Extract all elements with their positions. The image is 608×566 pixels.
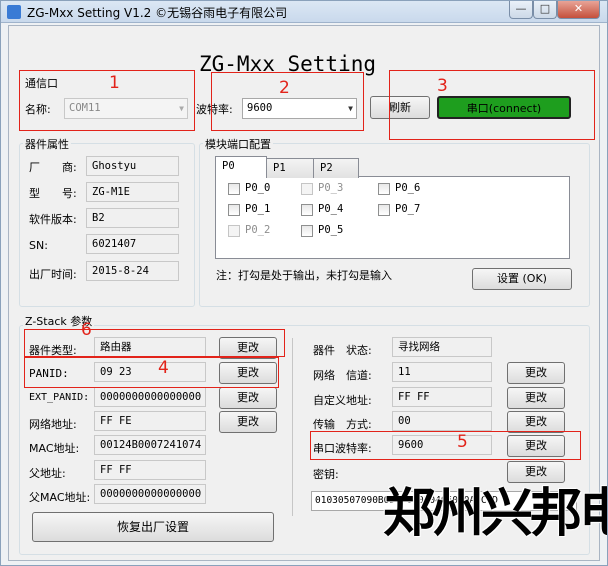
device-state-field: 寻找网络 [392,337,492,357]
annotation-box-3 [389,70,595,140]
app-window: ZG-Mxx Setting V1.2 ©无锡谷雨电子有限公司 — □ ✕ ZG… [0,0,608,566]
sn-field: 6021407 [86,234,179,254]
window-title: ZG-Mxx Setting V1.2 ©无锡谷雨电子有限公司 [27,6,288,20]
mfg-date-field: 2015-8-24 [86,261,179,281]
p0-2-checkbox [228,225,240,237]
annotation-box-1 [19,70,195,131]
key-label: 密钥: [313,468,339,481]
p0-4-checkbox[interactable] [301,204,313,216]
p0-5-checkbox[interactable] [301,225,313,237]
tab-p2[interactable]: P2 [313,158,359,178]
p0-2-label: P0_2 [245,224,271,236]
p0-3-label: P0_3 [318,182,344,194]
parent-mac-label: 父MAC地址: [29,491,91,504]
annotation-number-6: 6 [81,320,92,340]
p0-5-label: P0_5 [318,224,344,236]
annotation-number-1: 1 [109,73,120,93]
title-bar: ZG-Mxx Setting V1.2 ©无锡谷雨电子有限公司 — □ ✕ [1,1,607,23]
annotation-box-5 [310,431,581,460]
set-ok-button[interactable]: 设置 (OK) [472,268,572,290]
maximize-button[interactable]: □ [533,1,557,19]
net-address-field: FF FE [94,411,206,431]
channel-field: 11 [392,362,492,382]
vendor-field: Ghostyu [86,156,179,176]
parent-address-label: 父地址: [29,467,66,480]
parent-address-field: FF FF [94,460,206,480]
parent-mac-field: 0000000000000000 [94,484,206,504]
net-address-label: 网络地址: [29,418,77,431]
annotation-box-6 [24,329,285,357]
p0-4-label: P0_4 [318,203,344,215]
annotation-box-4 [24,357,279,388]
vendor-label: 厂 商: [29,161,77,174]
mac-address-label: MAC地址: [29,442,80,455]
custom-address-field: FF FF [392,387,492,407]
port-config-note: 注：打勾是处于输出，未打勾是输入 [216,269,392,282]
custom-address-label: 自定义地址: [313,394,372,407]
model-field: ZG-M1E [86,182,179,202]
p0-0-checkbox[interactable] [228,183,240,195]
channel-label: 网络 信道: [313,369,372,382]
channel-change-button[interactable]: 更改 [507,362,565,384]
zstack-divider [292,338,293,516]
sn-label: SN: [29,239,48,252]
tab-p0[interactable]: P0 [215,156,267,178]
main-panel: ZG-Mxx Setting 通信口 名称: COM11 ▼ 波特率: 9600… [8,25,607,561]
close-button[interactable]: ✕ [557,1,600,19]
annotation-number-3: 3 [437,76,448,96]
custom-address-change-button[interactable]: 更改 [507,387,565,409]
sw-version-field: B2 [86,208,179,228]
annotation-number-5: 5 [457,432,468,452]
transfer-mode-label: 传输 方式: [313,418,372,431]
annotation-number-2: 2 [279,78,290,98]
ext-panid-label: EXT_PANID: [29,392,90,403]
p0-6-label: P0_6 [395,182,421,194]
p0-7-label: P0_7 [395,203,421,215]
tab-p1[interactable]: P1 [266,158,314,178]
mfg-date-label: 出厂时间: [29,268,77,281]
sw-version-label: 软件版本: [29,213,77,226]
annotation-number-4: 4 [158,358,169,378]
p0-7-checkbox[interactable] [378,204,390,216]
p0-6-checkbox[interactable] [378,183,390,195]
transfer-mode-change-button[interactable]: 更改 [507,411,565,433]
p0-1-label: P0_1 [245,203,271,215]
transfer-mode-field: 00 [392,411,492,431]
net-address-change-button[interactable]: 更改 [219,411,277,433]
ext-panid-field: 0000000000000000 [94,387,206,407]
factory-reset-button[interactable]: 恢复出厂设置 [32,512,274,542]
ext-panid-change-button[interactable]: 更改 [219,387,277,409]
device-state-label: 器件 状态: [313,344,372,357]
watermark-text: 郑州兴邦电子 [383,484,607,544]
minimize-button[interactable]: — [509,1,533,19]
port-config-title: 模块端口配置 [203,136,273,152]
app-icon [7,5,21,19]
p0-3-checkbox [301,183,313,195]
device-group-title: 器件属性 [23,136,71,152]
p0-0-label: P0_0 [245,182,271,194]
model-label: 型 号: [29,187,77,200]
p0-1-checkbox[interactable] [228,204,240,216]
mac-address-field: 00124B0007241074 [94,435,206,455]
